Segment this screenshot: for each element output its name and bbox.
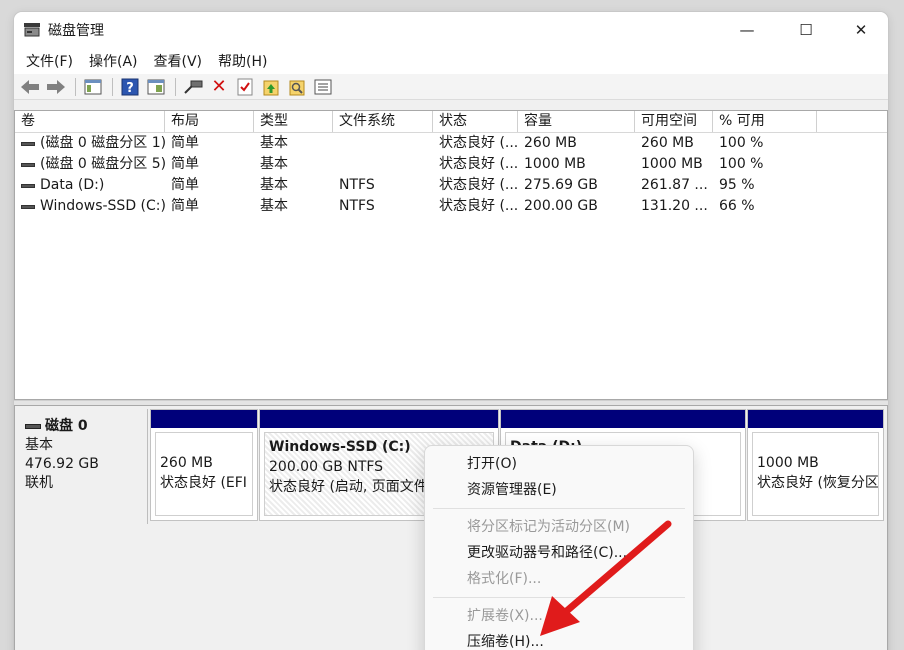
annotation-arrow-icon — [540, 520, 672, 636]
